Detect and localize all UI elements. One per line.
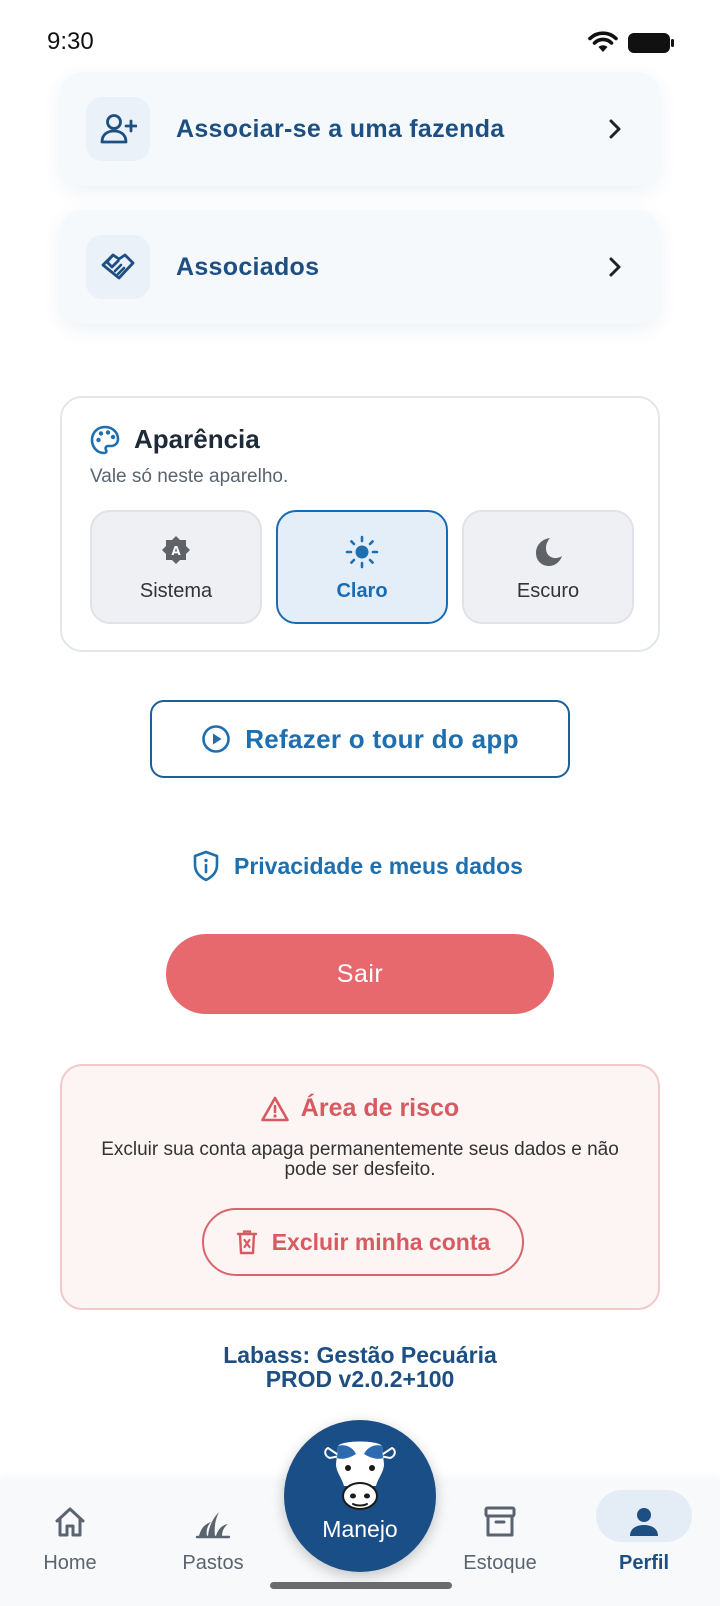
appearance-title: Aparência bbox=[134, 424, 260, 454]
svg-text:A: A bbox=[171, 544, 181, 558]
nav-stock[interactable]: Estoque bbox=[440, 1490, 560, 1590]
add-person-icon bbox=[86, 97, 150, 161]
logout-button[interactable]: Sair bbox=[166, 934, 554, 1014]
grass-icon bbox=[195, 1512, 231, 1539]
delete-account-label: Excluir minha conta bbox=[271, 1228, 491, 1255]
privacy-link[interactable]: Privacidade e meus dados bbox=[192, 850, 523, 882]
theme-option-light[interactable]: Claro bbox=[276, 510, 448, 624]
risk-area-text: Excluir sua conta apaga permanentemente … bbox=[101, 1139, 619, 1180]
appearance-header: Aparência bbox=[90, 424, 260, 455]
associates-item[interactable]: Associados bbox=[60, 210, 660, 324]
nav-label: Estoque bbox=[463, 1552, 537, 1574]
person-icon bbox=[630, 1508, 658, 1536]
risk-area-card: Área de risco Excluir sua conta apaga pe… bbox=[60, 1064, 660, 1310]
palette-icon bbox=[90, 425, 120, 454]
manejo-label: Manejo bbox=[322, 1516, 398, 1542]
home-indicator[interactable] bbox=[270, 1582, 452, 1589]
battery-icon bbox=[628, 33, 674, 53]
archive-box-icon bbox=[484, 1506, 516, 1537]
wifi-icon bbox=[588, 31, 618, 52]
appearance-subtitle: Vale só neste aparelho. bbox=[90, 466, 289, 487]
logout-label: Sair bbox=[336, 959, 384, 988]
theme-option-label: Escuro bbox=[516, 580, 580, 602]
redo-tour-button[interactable]: Refazer o tour do app bbox=[150, 700, 570, 778]
home-icon bbox=[55, 1507, 85, 1537]
app-name: Labass: Gestão Pecuária bbox=[223, 1342, 497, 1368]
nav-label: Perfil bbox=[618, 1552, 670, 1574]
app-version: PROD v2.0.2+100 bbox=[265, 1366, 455, 1392]
nav-pastures[interactable]: Pastos bbox=[153, 1490, 273, 1590]
theme-option-system[interactable]: A Sistema bbox=[90, 510, 262, 624]
sun-icon bbox=[345, 535, 379, 569]
trash-icon bbox=[236, 1230, 257, 1255]
risk-area-title: Área de risco bbox=[300, 1094, 460, 1122]
risk-area-header: Área de risco bbox=[62, 1094, 658, 1123]
delete-account-button[interactable]: Excluir minha conta bbox=[202, 1208, 524, 1276]
play-circle-icon bbox=[202, 725, 231, 753]
manejo-button[interactable]: Manejo bbox=[284, 1420, 436, 1572]
nav-profile[interactable]: Perfil bbox=[584, 1490, 704, 1590]
nav-label: Home bbox=[43, 1552, 97, 1574]
warning-icon bbox=[260, 1096, 289, 1121]
chevron-right-icon bbox=[609, 257, 621, 277]
theme-option-label: Claro bbox=[336, 580, 388, 602]
associate-farm-label: Associar-se a uma fazenda bbox=[176, 114, 505, 143]
appearance-card: Aparência Vale só neste aparelho. A Sist… bbox=[60, 396, 660, 652]
theme-option-label: Sistema bbox=[139, 580, 213, 602]
status-time: 9:30 bbox=[47, 28, 94, 55]
nav-label: Pastos bbox=[182, 1552, 244, 1574]
redo-tour-label: Refazer o tour do app bbox=[245, 723, 519, 754]
theme-option-dark[interactable]: Escuro bbox=[462, 510, 634, 624]
chevron-right-icon bbox=[609, 119, 621, 139]
associate-farm-item[interactable]: Associar-se a uma fazenda bbox=[60, 72, 660, 186]
associates-label: Associados bbox=[176, 252, 320, 281]
shield-info-icon bbox=[193, 850, 219, 882]
moon-icon bbox=[536, 538, 562, 566]
handshake-icon bbox=[86, 235, 150, 299]
cow-icon bbox=[324, 1441, 396, 1510]
privacy-label: Privacidade e meus dados bbox=[234, 852, 523, 879]
nav-home[interactable]: Home bbox=[10, 1490, 130, 1590]
auto-mode-icon: A bbox=[162, 536, 190, 564]
